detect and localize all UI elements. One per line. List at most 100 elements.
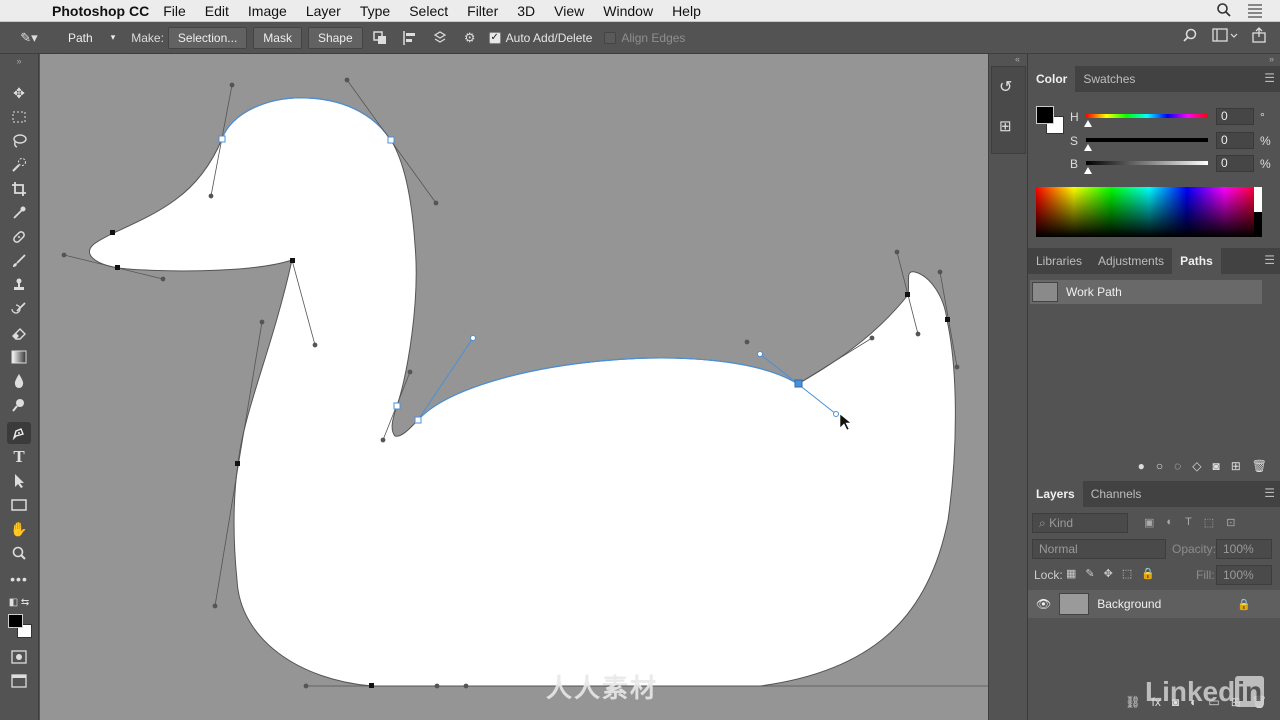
panel-menu-icon[interactable]: ☰ [1264, 71, 1275, 85]
crop-tool-icon[interactable] [7, 178, 31, 200]
menu-window[interactable]: Window [603, 3, 653, 19]
tool-mode-select[interactable]: Path ▾ [58, 26, 126, 49]
auto-add-delete-checkbox[interactable]: ✓ [488, 31, 501, 44]
collapse-toolbar-icon[interactable]: » [7, 56, 31, 66]
pen-tool-preset-icon[interactable]: ✎▾ [18, 27, 40, 49]
ramp-white-end[interactable] [1254, 187, 1262, 212]
share-icon[interactable] [1252, 27, 1266, 43]
path-operations-icon[interactable] [369, 27, 391, 49]
tab-libraries[interactable]: Libraries [1028, 248, 1090, 274]
edit-toolbar-icon[interactable]: ••• [7, 568, 31, 590]
hue-slider[interactable] [1086, 114, 1208, 118]
tab-swatches[interactable]: Swatches [1075, 66, 1143, 92]
dodge-tool-icon[interactable] [7, 394, 31, 416]
collapse-panels-icon[interactable]: » [1269, 54, 1274, 64]
filter-adjustment-icon[interactable]: ◐ [1166, 516, 1173, 529]
screen-mode-icon[interactable] [7, 670, 31, 692]
layer-filter-kind[interactable]: ⌕ Kind [1032, 513, 1128, 533]
path-selection-tool-icon[interactable] [7, 470, 31, 492]
lock-image-icon[interactable]: ✎ [1085, 567, 1094, 580]
fill-input[interactable]: 100% [1216, 565, 1272, 585]
layer-row[interactable]: 👁 Background 🔒 [1028, 590, 1280, 618]
path-alignment-icon[interactable] [399, 27, 421, 49]
quick-selection-tool-icon[interactable] [7, 154, 31, 176]
align-edges-checkbox[interactable] [604, 31, 617, 44]
filter-pixel-icon[interactable]: ▣ [1144, 516, 1154, 529]
lasso-tool-icon[interactable] [7, 130, 31, 152]
tab-paths[interactable]: Paths [1172, 248, 1221, 274]
hue-input[interactable]: 0 [1216, 108, 1254, 125]
eraser-tool-icon[interactable] [7, 322, 31, 344]
foreground-color-swatch[interactable] [8, 614, 23, 628]
saturation-slider[interactable] [1086, 138, 1208, 142]
saturation-slider-thumb[interactable] [1084, 144, 1092, 151]
gear-icon[interactable]: ⚙ [459, 27, 481, 49]
menu-type[interactable]: Type [360, 3, 390, 19]
workspace-switcher-icon[interactable] [1212, 27, 1238, 43]
make-shape-button[interactable]: Shape [307, 26, 363, 49]
blend-mode-select[interactable]: Normal [1032, 539, 1166, 559]
menu-edit[interactable]: Edit [205, 3, 229, 19]
path-arrangement-icon[interactable] [429, 27, 451, 49]
color-swatches[interactable] [8, 614, 32, 638]
pen-tool-icon[interactable] [7, 422, 31, 444]
lock-all-icon[interactable]: 🔒 [1141, 567, 1155, 580]
rectangle-tool-icon[interactable] [7, 494, 31, 516]
brightness-slider[interactable] [1086, 161, 1208, 165]
filter-shape-icon[interactable]: ⬚ [1204, 516, 1214, 529]
move-tool-icon[interactable]: ✥ [7, 82, 31, 104]
panel-menu-icon[interactable]: ☰ [1264, 253, 1275, 267]
gradient-tool-icon[interactable] [7, 346, 31, 368]
history-brush-tool-icon[interactable] [7, 298, 31, 320]
color-spectrum-ramp[interactable] [1036, 187, 1262, 237]
hue-slider-thumb[interactable] [1084, 120, 1092, 127]
app-menu[interactable]: Photoshop CC [52, 3, 149, 19]
type-tool-icon[interactable]: T [7, 446, 31, 468]
tab-color[interactable]: Color [1028, 66, 1076, 92]
properties-panel-icon[interactable]: ⊞ [999, 117, 1012, 135]
menu-filter[interactable]: Filter [467, 3, 498, 19]
menu-3d[interactable]: 3D [517, 3, 535, 19]
tab-layers[interactable]: Layers [1028, 481, 1083, 507]
make-mask-button[interactable]: Mask [253, 26, 302, 49]
history-panel-icon[interactable]: ↺ [999, 77, 1012, 97]
tab-channels[interactable]: Channels [1083, 481, 1150, 507]
collapse-dock-icon[interactable]: « [1015, 54, 1020, 64]
add-mask-icon[interactable]: ◙ [1212, 459, 1219, 473]
document-canvas[interactable]: 人人素材 [40, 54, 988, 720]
brightness-input[interactable]: 0 [1216, 155, 1254, 172]
lock-artboard-icon[interactable]: ⬚ [1122, 567, 1132, 580]
menu-file[interactable]: File [163, 3, 186, 19]
path-item[interactable]: Work Path [1030, 280, 1262, 304]
zoom-tool-icon[interactable] [7, 542, 31, 564]
search-icon[interactable] [1182, 27, 1198, 43]
menu-help[interactable]: Help [672, 3, 701, 19]
spotlight-search-icon[interactable] [1216, 2, 1232, 18]
opacity-input[interactable]: 100% [1216, 539, 1272, 559]
load-as-selection-icon[interactable]: ◌ [1174, 459, 1181, 473]
filter-type-icon[interactable]: T [1185, 516, 1192, 529]
clone-stamp-tool-icon[interactable] [7, 274, 31, 296]
new-path-icon[interactable]: ⊞ [1231, 459, 1241, 473]
default-colors-icon[interactable]: ◧ ⇆ [7, 594, 31, 610]
quick-mask-icon[interactable] [7, 646, 31, 668]
hand-tool-icon[interactable]: ✋ [7, 518, 31, 540]
delete-path-icon[interactable]: 🗑 [1252, 459, 1267, 473]
ramp-black-end[interactable] [1254, 212, 1262, 237]
menu-layer[interactable]: Layer [306, 3, 341, 19]
make-selection-button[interactable]: Selection... [167, 26, 248, 49]
menu-image[interactable]: Image [248, 3, 287, 19]
tab-adjustments[interactable]: Adjustments [1090, 248, 1172, 274]
stroke-path-icon[interactable]: ○ [1156, 459, 1163, 473]
lock-position-icon[interactable]: ✥ [1104, 567, 1113, 580]
foreground-color-swatch[interactable] [1036, 106, 1054, 124]
menu-select[interactable]: Select [409, 3, 448, 19]
fill-path-icon[interactable]: ● [1138, 459, 1145, 473]
brush-tool-icon[interactable] [7, 250, 31, 272]
link-layers-icon[interactable]: ⛓ [1125, 695, 1140, 709]
filter-smart-object-icon[interactable]: ⊡ [1226, 516, 1235, 529]
color-picker-swatches[interactable] [1036, 106, 1064, 134]
eye-visibility-icon[interactable]: 👁 [1036, 597, 1051, 611]
brightness-slider-thumb[interactable] [1084, 167, 1092, 174]
saturation-input[interactable]: 0 [1216, 132, 1254, 149]
